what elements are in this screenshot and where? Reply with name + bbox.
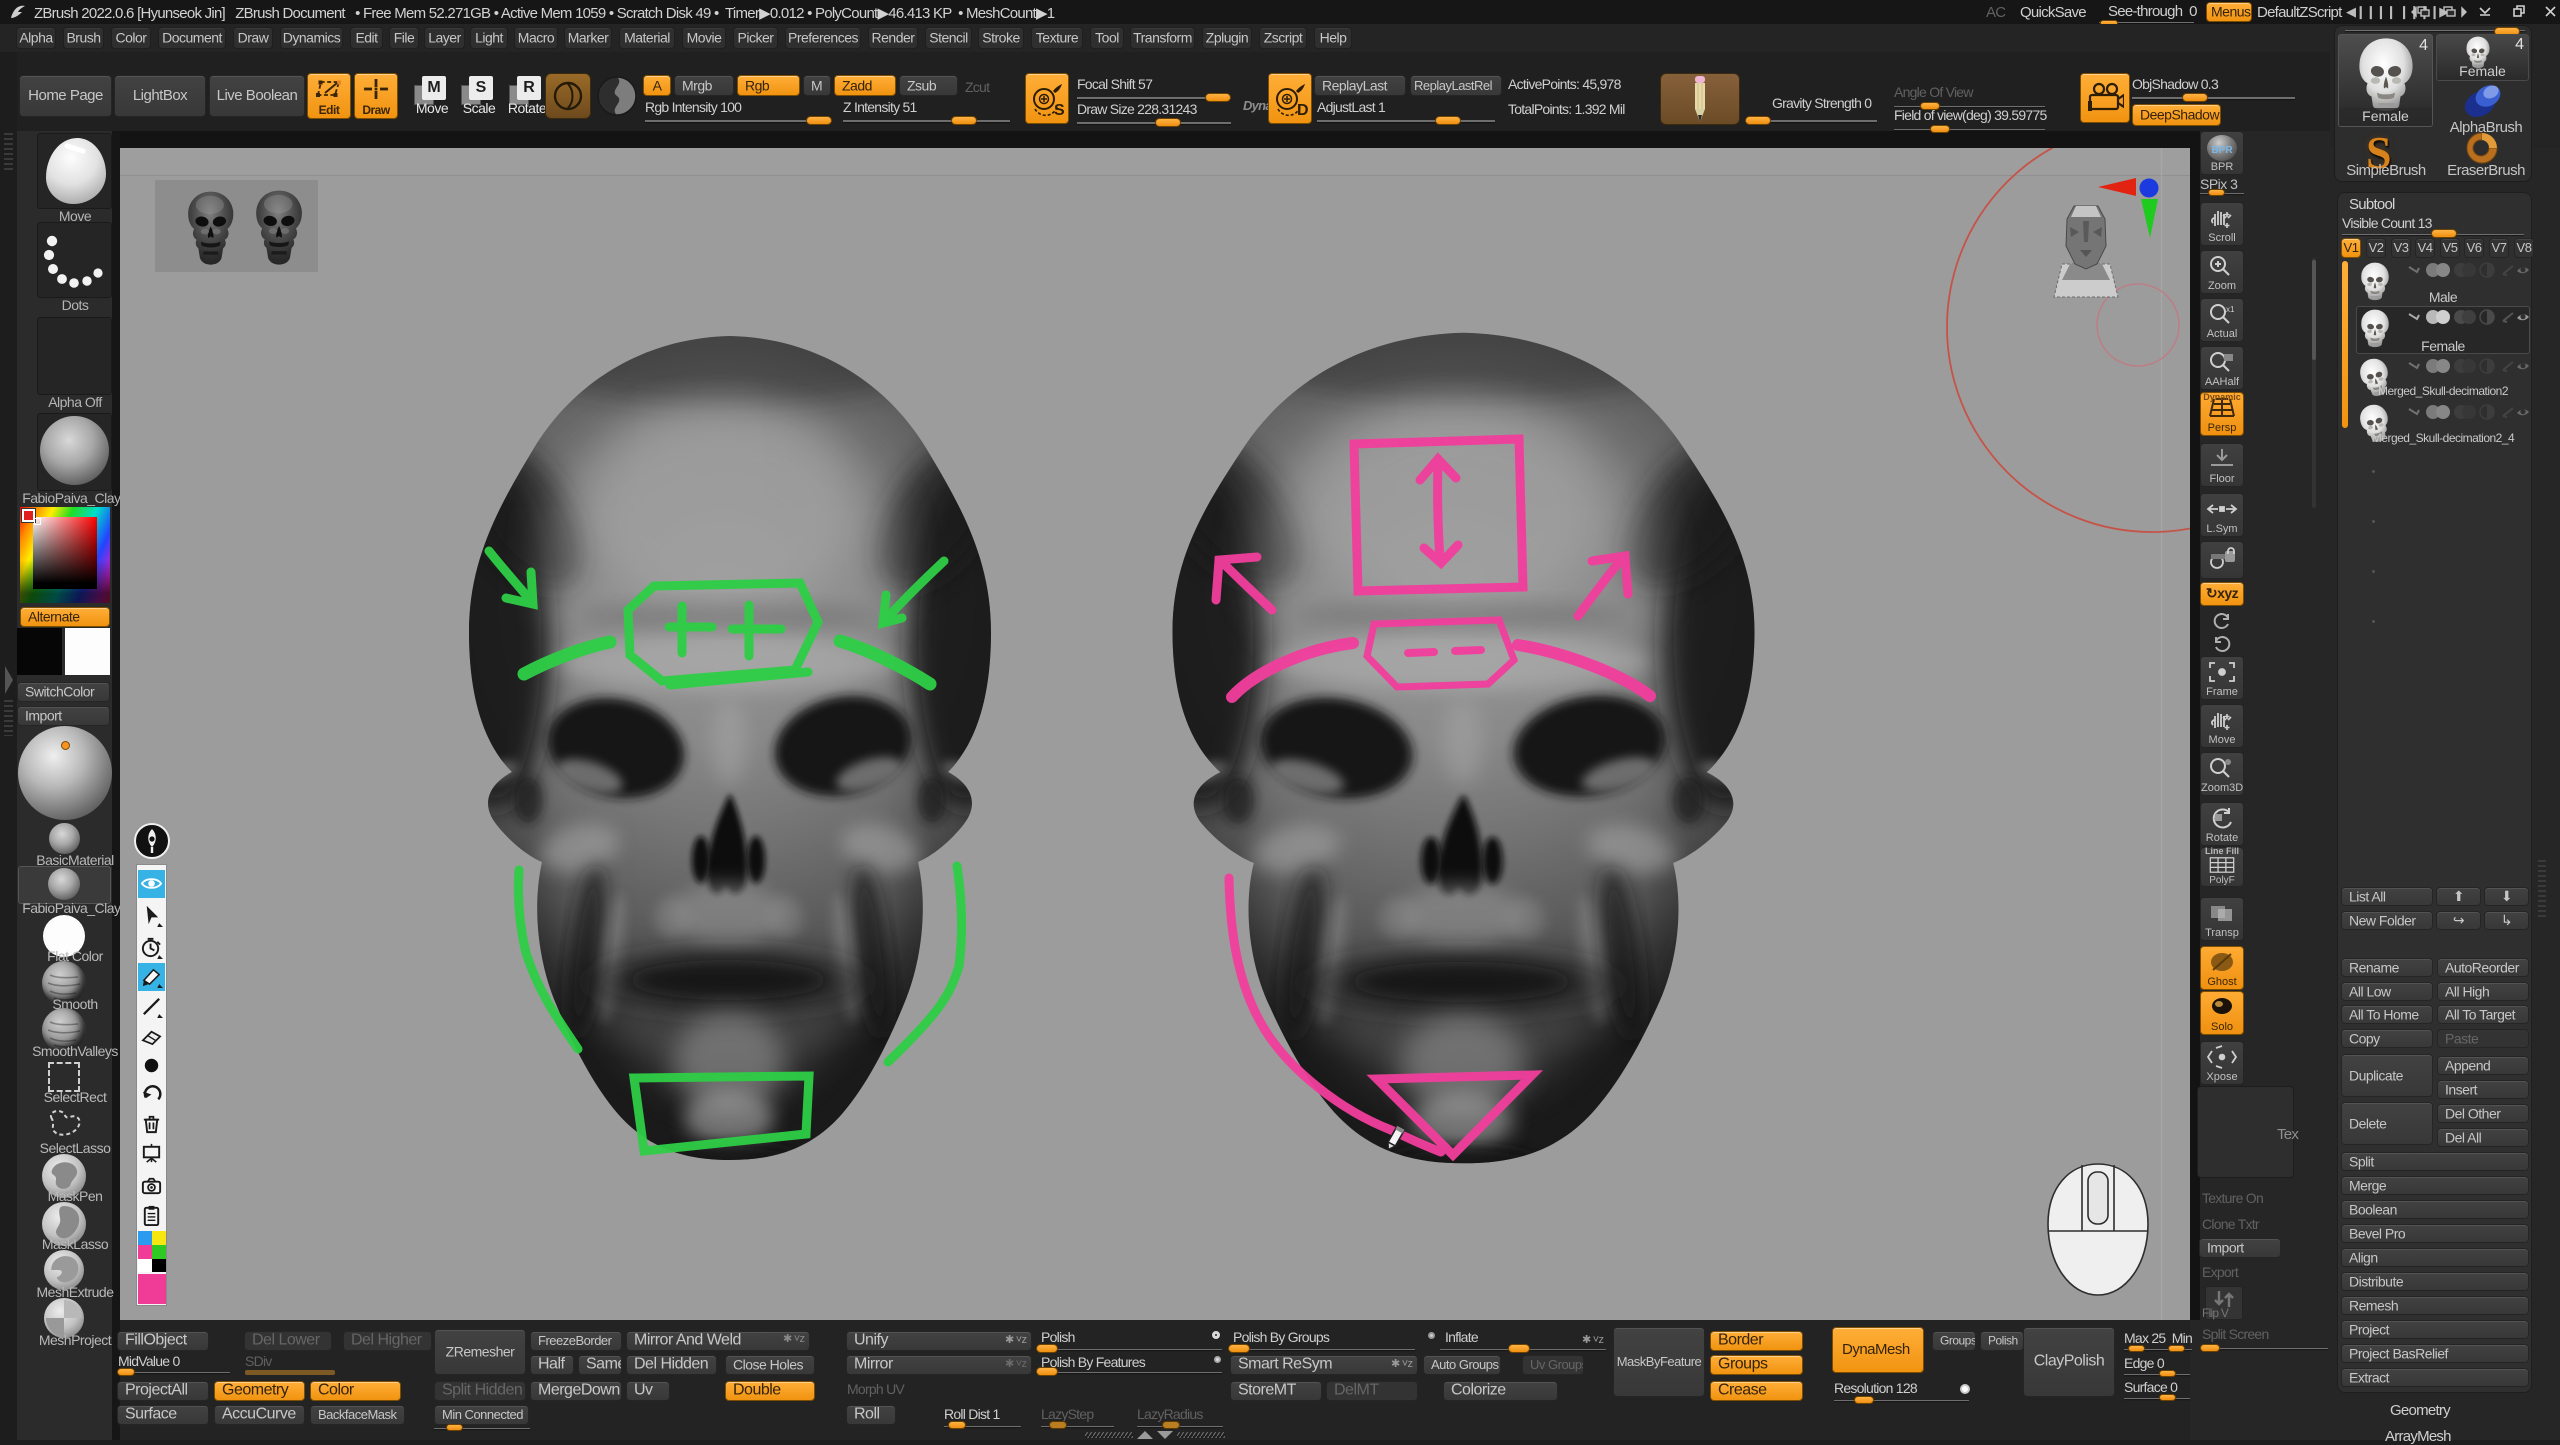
svg-text:S: S <box>1054 102 1065 119</box>
svg-text:D: D <box>1297 102 1308 119</box>
svg-text:x1: x1 <box>2226 305 2235 314</box>
